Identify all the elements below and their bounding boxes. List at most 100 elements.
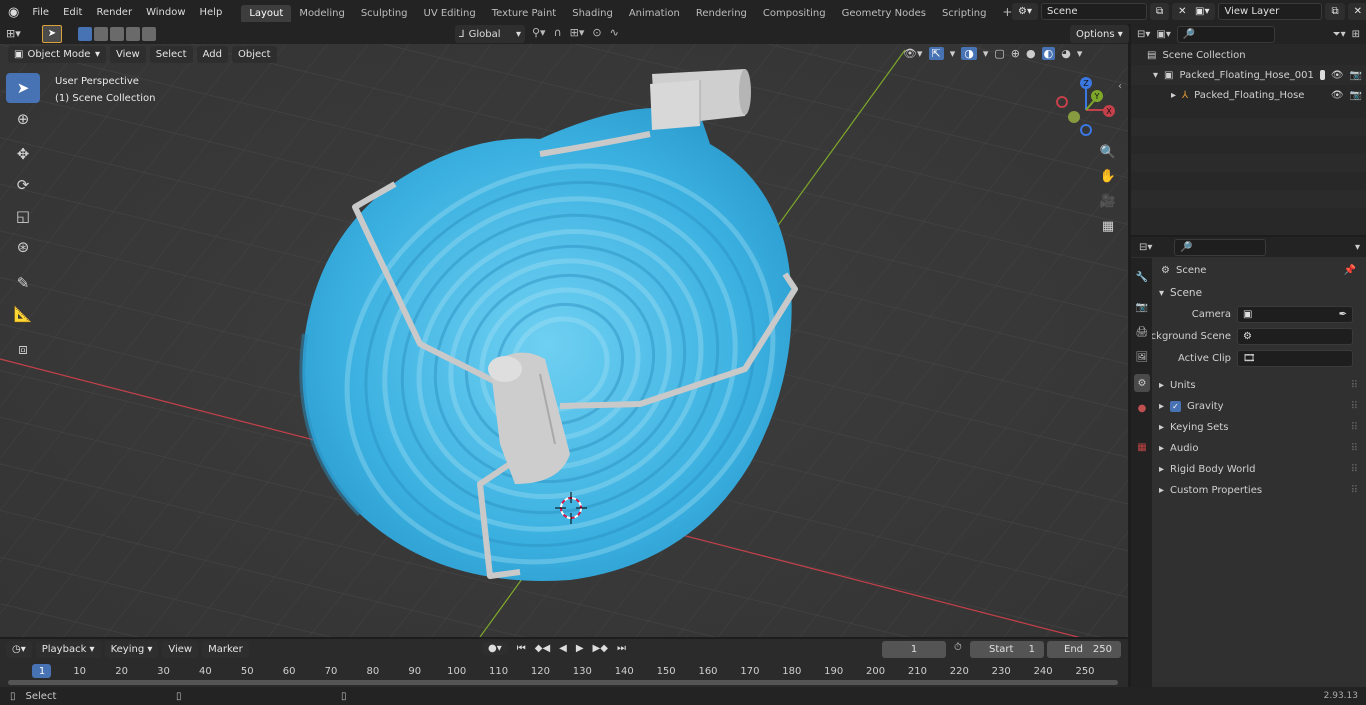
active-clip-field[interactable]: 🎞 [1237, 349, 1353, 367]
menu-window[interactable]: Window [139, 7, 192, 18]
snap-target-icon[interactable]: ⊞▾ [570, 26, 585, 39]
texture-tab-icon[interactable]: ▦ [1134, 438, 1150, 456]
camera-icon[interactable]: 📷 [1350, 70, 1362, 81]
scene-browse-icon[interactable]: ⚙▾ [1012, 3, 1038, 20]
jump-start-icon[interactable]: ⏮ [517, 643, 526, 654]
exclude-checkbox[interactable] [1319, 70, 1325, 80]
select-subtract-icon[interactable] [110, 27, 124, 41]
next-keyframe-icon[interactable]: ▶◆ [593, 643, 608, 654]
overlay-toggle-icon[interactable]: ◑ [961, 47, 977, 60]
options-button[interactable]: Options ▾ [1070, 25, 1129, 43]
tab-texture-paint[interactable]: Texture Paint [484, 5, 565, 22]
rotate-tool[interactable]: ⟳ [6, 170, 40, 200]
select-tool-icon[interactable]: ➤ [42, 25, 62, 43]
timeline-view-menu[interactable]: View [162, 641, 199, 658]
proportional-edit-icon[interactable]: ⊙ [592, 26, 601, 39]
select-box-tool[interactable]: ➤ [6, 73, 40, 103]
select-extend-icon[interactable] [94, 27, 108, 41]
scene-selector[interactable]: ⚙▾ Scene ⧉ ✕ [1012, 3, 1193, 20]
scene-field[interactable]: Scene [1040, 3, 1147, 20]
tab-shading[interactable]: Shading [564, 5, 621, 22]
eyedropper-icon[interactable]: ✒ [1339, 309, 1347, 320]
eye-icon[interactable]: 👁 [1331, 90, 1344, 101]
camera-view-icon[interactable]: 🎥 [1097, 190, 1119, 212]
tab-animation[interactable]: Animation [621, 5, 688, 22]
scale-tool[interactable]: ◱ [6, 201, 40, 231]
tab-scripting[interactable]: Scripting [934, 5, 994, 22]
measure-tool[interactable]: 📐 [6, 299, 40, 329]
outliner-editor-type-icon[interactable]: ⊟▾ [1137, 29, 1150, 40]
orientation-dropdown[interactable]: ⅃ Global ▾ [455, 25, 525, 43]
scene-panel-header[interactable]: ▾ Scene [1131, 283, 1366, 303]
render-tab-icon[interactable]: 📷 [1134, 298, 1150, 316]
expand-arrow-icon[interactable]: ▸ [1171, 90, 1176, 101]
scene-tab-icon[interactable]: ⚙ [1134, 374, 1150, 392]
outliner-root[interactable]: ▤ Scene Collection [1131, 45, 1366, 65]
mode-dropdown[interactable]: ▣ Object Mode ▾ [8, 46, 106, 63]
playback-menu[interactable]: Playback ▾ [35, 641, 101, 658]
sidebar-toggle-icon[interactable]: ‹ [1118, 81, 1122, 92]
play-reverse-icon[interactable]: ◀ [559, 643, 567, 654]
view-layer-field[interactable]: View Layer [1218, 3, 1323, 20]
play-icon[interactable]: ▶ [576, 643, 584, 654]
cursor-tool[interactable]: ⊕ [6, 104, 40, 134]
xray-icon[interactable]: ▢ [994, 47, 1004, 60]
select-intersect-icon[interactable] [142, 27, 156, 41]
current-frame-field[interactable]: 1 [882, 641, 946, 658]
tab-layout[interactable]: Layout [241, 5, 292, 22]
blender-logo-icon[interactable]: ◉ [0, 5, 25, 20]
start-frame-field[interactable]: Start 1 [970, 641, 1044, 658]
drag-handle-icon[interactable]: ⠿ [1351, 422, 1358, 433]
output-tab-icon[interactable]: 🖨 [1134, 323, 1150, 341]
record-icon[interactable]: ●▾ [482, 642, 508, 655]
view-layer-browse-icon[interactable]: ▣▾ [1189, 3, 1216, 20]
3d-viewport[interactable]: ▣ Object Mode ▾ View Select Add Object 👁… [0, 44, 1128, 637]
section-rigid-body-world[interactable]: ▸ Rigid Body World ⠿ [1131, 459, 1366, 480]
chevron-down-icon[interactable]: ▾ [950, 47, 956, 60]
drag-handle-icon[interactable]: ⠿ [1351, 401, 1358, 412]
selection-mode-icons[interactable] [78, 27, 156, 41]
outliner-item-hose[interactable]: ▸ ⅄ Packed_Floating_Hose 👁 📷 [1131, 85, 1366, 105]
tab-compositing[interactable]: Compositing [755, 5, 834, 22]
section-gravity[interactable]: ▸ ✓ Gravity ⠿ [1131, 396, 1366, 417]
editor-type-button[interactable]: ⊞▾ [6, 27, 21, 40]
falloff-icon[interactable]: ∿ [610, 26, 619, 39]
drag-handle-icon[interactable]: ⠿ [1351, 485, 1358, 496]
pivot-point-icon[interactable]: ⚲▾ [532, 26, 546, 39]
new-collection-icon[interactable]: ⊞ [1352, 29, 1360, 40]
properties-search-input[interactable]: 🔎 [1174, 238, 1267, 256]
scene-copy-icon[interactable]: ⧉ [1149, 3, 1170, 20]
view-layer-tab-icon[interactable]: 🖼 [1134, 348, 1150, 366]
rendered-shading-icon[interactable]: ◕ [1061, 47, 1071, 60]
camera-icon[interactable]: 📷 [1350, 90, 1362, 101]
tab-geometry-nodes[interactable]: Geometry Nodes [834, 5, 934, 22]
jump-end-icon[interactable]: ⏭ [617, 643, 626, 654]
stopwatch-icon[interactable]: ⏱ [954, 642, 962, 653]
view-layer-delete-icon[interactable]: ✕ [1347, 3, 1366, 20]
section-units[interactable]: ▸ Units ⠿ [1131, 375, 1366, 396]
menu-object[interactable]: Object [231, 46, 277, 63]
eye-icon[interactable]: 👁 [1331, 70, 1344, 81]
pin-icon[interactable]: 📌 [1344, 265, 1356, 276]
filter-icon[interactable]: ⏷▾ [1333, 29, 1346, 40]
chevron-down-icon[interactable]: ▾ [983, 47, 989, 60]
select-new-icon[interactable] [78, 27, 92, 41]
perspective-grid-icon[interactable]: ▦ [1097, 215, 1119, 237]
world-tab-icon[interactable]: ● [1134, 399, 1150, 417]
menu-select[interactable]: Select [149, 46, 193, 63]
tab-sculpting[interactable]: Sculpting [353, 5, 416, 22]
menu-add[interactable]: Add [196, 46, 228, 63]
snap-toggle-icon[interactable]: ∩ [554, 26, 562, 39]
keying-menu[interactable]: Keying ▾ [104, 641, 159, 658]
section-custom-properties[interactable]: ▸ Custom Properties ⠿ [1131, 480, 1366, 501]
zoom-icon[interactable]: 🔍 [1097, 141, 1119, 163]
display-mode-icon[interactable]: ▣▾ [1156, 29, 1170, 40]
timeline-editor-type-icon[interactable]: ◷▾ [6, 641, 32, 658]
menu-render[interactable]: Render [89, 7, 139, 18]
move-tool[interactable]: ✥ [6, 139, 40, 169]
marker-menu[interactable]: Marker [202, 641, 249, 658]
add-cube-tool[interactable]: ⧈ [6, 334, 40, 364]
visibility-icon[interactable]: 👁▾ [903, 47, 923, 60]
menu-edit[interactable]: Edit [56, 7, 89, 18]
outliner-item-hose-001[interactable]: ▾ ▣ Packed_Floating_Hose_001 👁 📷 [1131, 65, 1366, 85]
